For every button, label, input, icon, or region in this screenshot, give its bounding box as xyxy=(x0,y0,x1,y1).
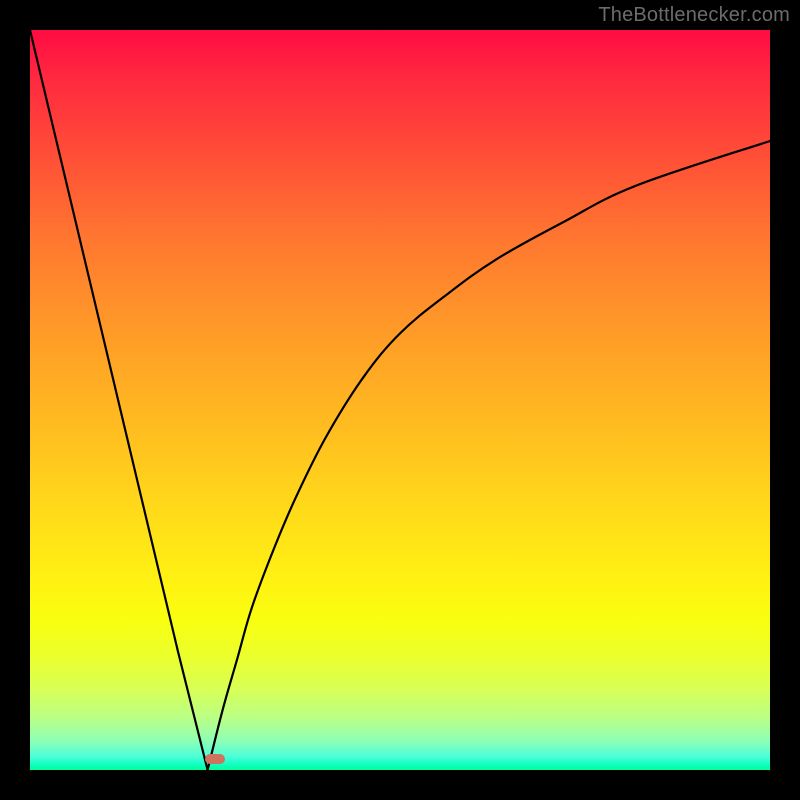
curve-left-branch xyxy=(30,30,208,770)
watermark: TheBottlenecker.com xyxy=(598,4,790,27)
curve-layer xyxy=(30,30,770,770)
minimum-marker xyxy=(205,754,225,764)
curve-right-branch xyxy=(208,141,770,770)
plot-area xyxy=(30,30,770,770)
chart-frame: TheBottlenecker.com xyxy=(0,0,800,800)
